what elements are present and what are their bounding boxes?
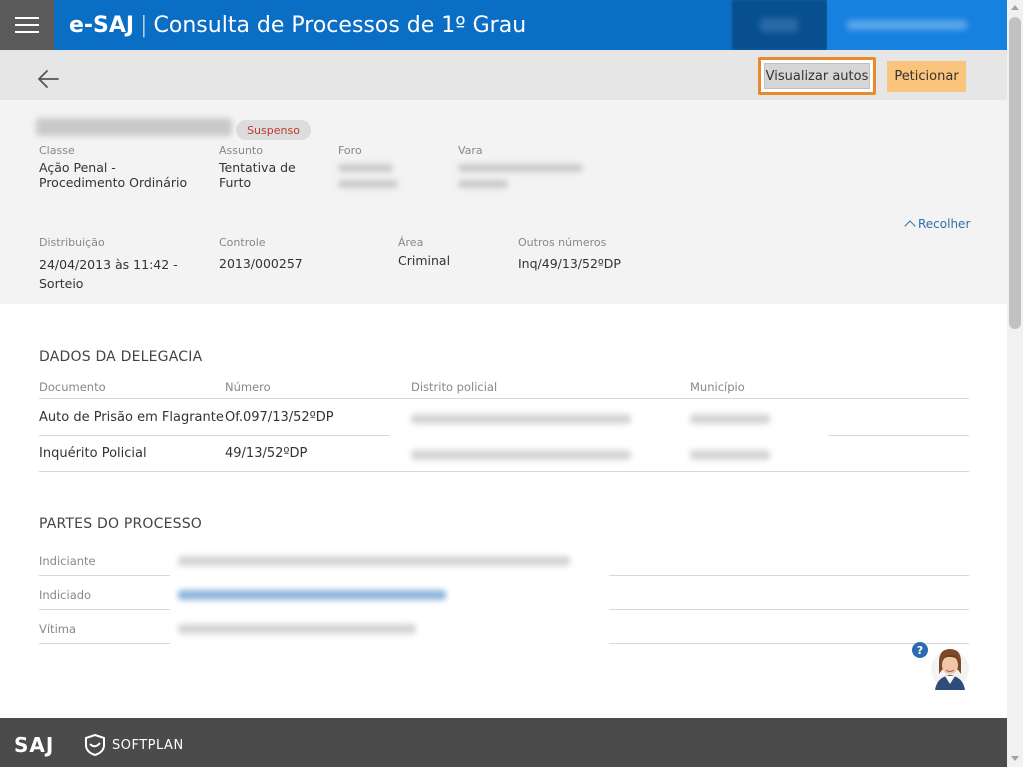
- area-value: Criminal: [398, 253, 451, 268]
- assistant-avatar[interactable]: [930, 644, 970, 690]
- hamburger-icon: [15, 17, 39, 19]
- scrollbar-thumb[interactable]: [1009, 17, 1021, 329]
- visualizar-autos-button[interactable]: Visualizar autos: [758, 57, 876, 95]
- softplan-logo: SOFTPLAN: [84, 734, 184, 756]
- outros-numeros-label: Outros números: [518, 236, 607, 249]
- redacted-user-area[interactable]: [827, 0, 1007, 50]
- delegacia-section-title: DADOS DA DELEGACIA: [39, 349, 203, 365]
- controle-value: 2013/000257: [219, 256, 303, 271]
- assunto-label: Assunto: [219, 144, 263, 157]
- classe-label: Classe: [39, 144, 75, 157]
- scroll-up-arrow-icon[interactable]: [1011, 5, 1019, 10]
- parte-role-indiciante: Indiciante: [39, 554, 96, 568]
- top-header: e-SAJ | Consulta de Processos de 1º Grau: [0, 0, 1007, 50]
- assunto-value: Tentativa de Furto: [219, 160, 296, 190]
- redacted-indiciado-link[interactable]: [178, 590, 446, 600]
- visualizar-autos-label: Visualizar autos: [764, 63, 870, 89]
- controle-label: Controle: [219, 236, 266, 249]
- table-row-documento: Auto de Prisão em Flagrante: [39, 410, 224, 425]
- parte-role-vitima: Vítima: [39, 622, 77, 636]
- col-numero: Número: [225, 380, 271, 394]
- redacted-municipio: [690, 414, 770, 424]
- distribuicao-label: Distribuição: [39, 236, 105, 249]
- distribuicao-value: 24/04/2013 às 11:42 - Sorteio: [39, 257, 178, 291]
- classe-value: Ação Penal - Procedimento Ordinário: [39, 160, 188, 190]
- redacted-distrito: [411, 414, 631, 424]
- col-municipio: Município: [690, 380, 745, 394]
- hamburger-menu-button[interactable]: [0, 0, 54, 50]
- table-row-numero: 49/13/52ºDP: [225, 446, 308, 461]
- partes-section-title: PARTES DO PROCESSO: [39, 516, 203, 532]
- vara-label: Vara: [458, 144, 483, 157]
- arrow-left-icon[interactable]: [36, 66, 62, 92]
- recolher-link[interactable]: Recolher: [904, 217, 970, 232]
- app-name: e-SAJ: [69, 12, 135, 38]
- foro-label: Foro: [338, 144, 362, 157]
- page-subtitle: Consulta de Processos de 1º Grau: [153, 12, 527, 38]
- redacted-distrito: [411, 450, 631, 460]
- redacted-indiciante: [178, 556, 570, 566]
- parte-role-indiciado: Indiciado: [39, 588, 92, 602]
- redacted-vitima: [178, 624, 416, 634]
- saj-logo: SAJ: [14, 733, 55, 757]
- question-icon[interactable]: ?: [912, 642, 928, 658]
- table-row-documento: Inquérito Policial: [39, 446, 147, 461]
- softplan-shield-icon: [85, 734, 105, 756]
- redacted-municipio: [690, 450, 770, 460]
- app-title: e-SAJ | Consulta de Processos de 1º Grau: [69, 11, 526, 39]
- redacted-header-block[interactable]: [732, 0, 827, 50]
- col-documento: Documento: [39, 380, 106, 394]
- col-distrito-policial: Distrito policial: [411, 380, 498, 394]
- redacted-vara: [458, 164, 583, 172]
- redacted-process-number: [36, 118, 232, 136]
- area-label: Área: [398, 236, 424, 249]
- redacted-foro: [338, 164, 393, 172]
- status-badge: Suspenso: [236, 120, 311, 140]
- title-separator: |: [140, 12, 148, 38]
- table-row-numero: Of.097/13/52ºDP: [225, 410, 334, 425]
- peticionar-button[interactable]: Peticionar: [887, 61, 966, 92]
- chevron-up-icon: [904, 220, 916, 232]
- outros-numeros-value: Inq/49/13/52ºDP: [518, 256, 621, 271]
- scroll-down-arrow-icon[interactable]: [1011, 756, 1019, 761]
